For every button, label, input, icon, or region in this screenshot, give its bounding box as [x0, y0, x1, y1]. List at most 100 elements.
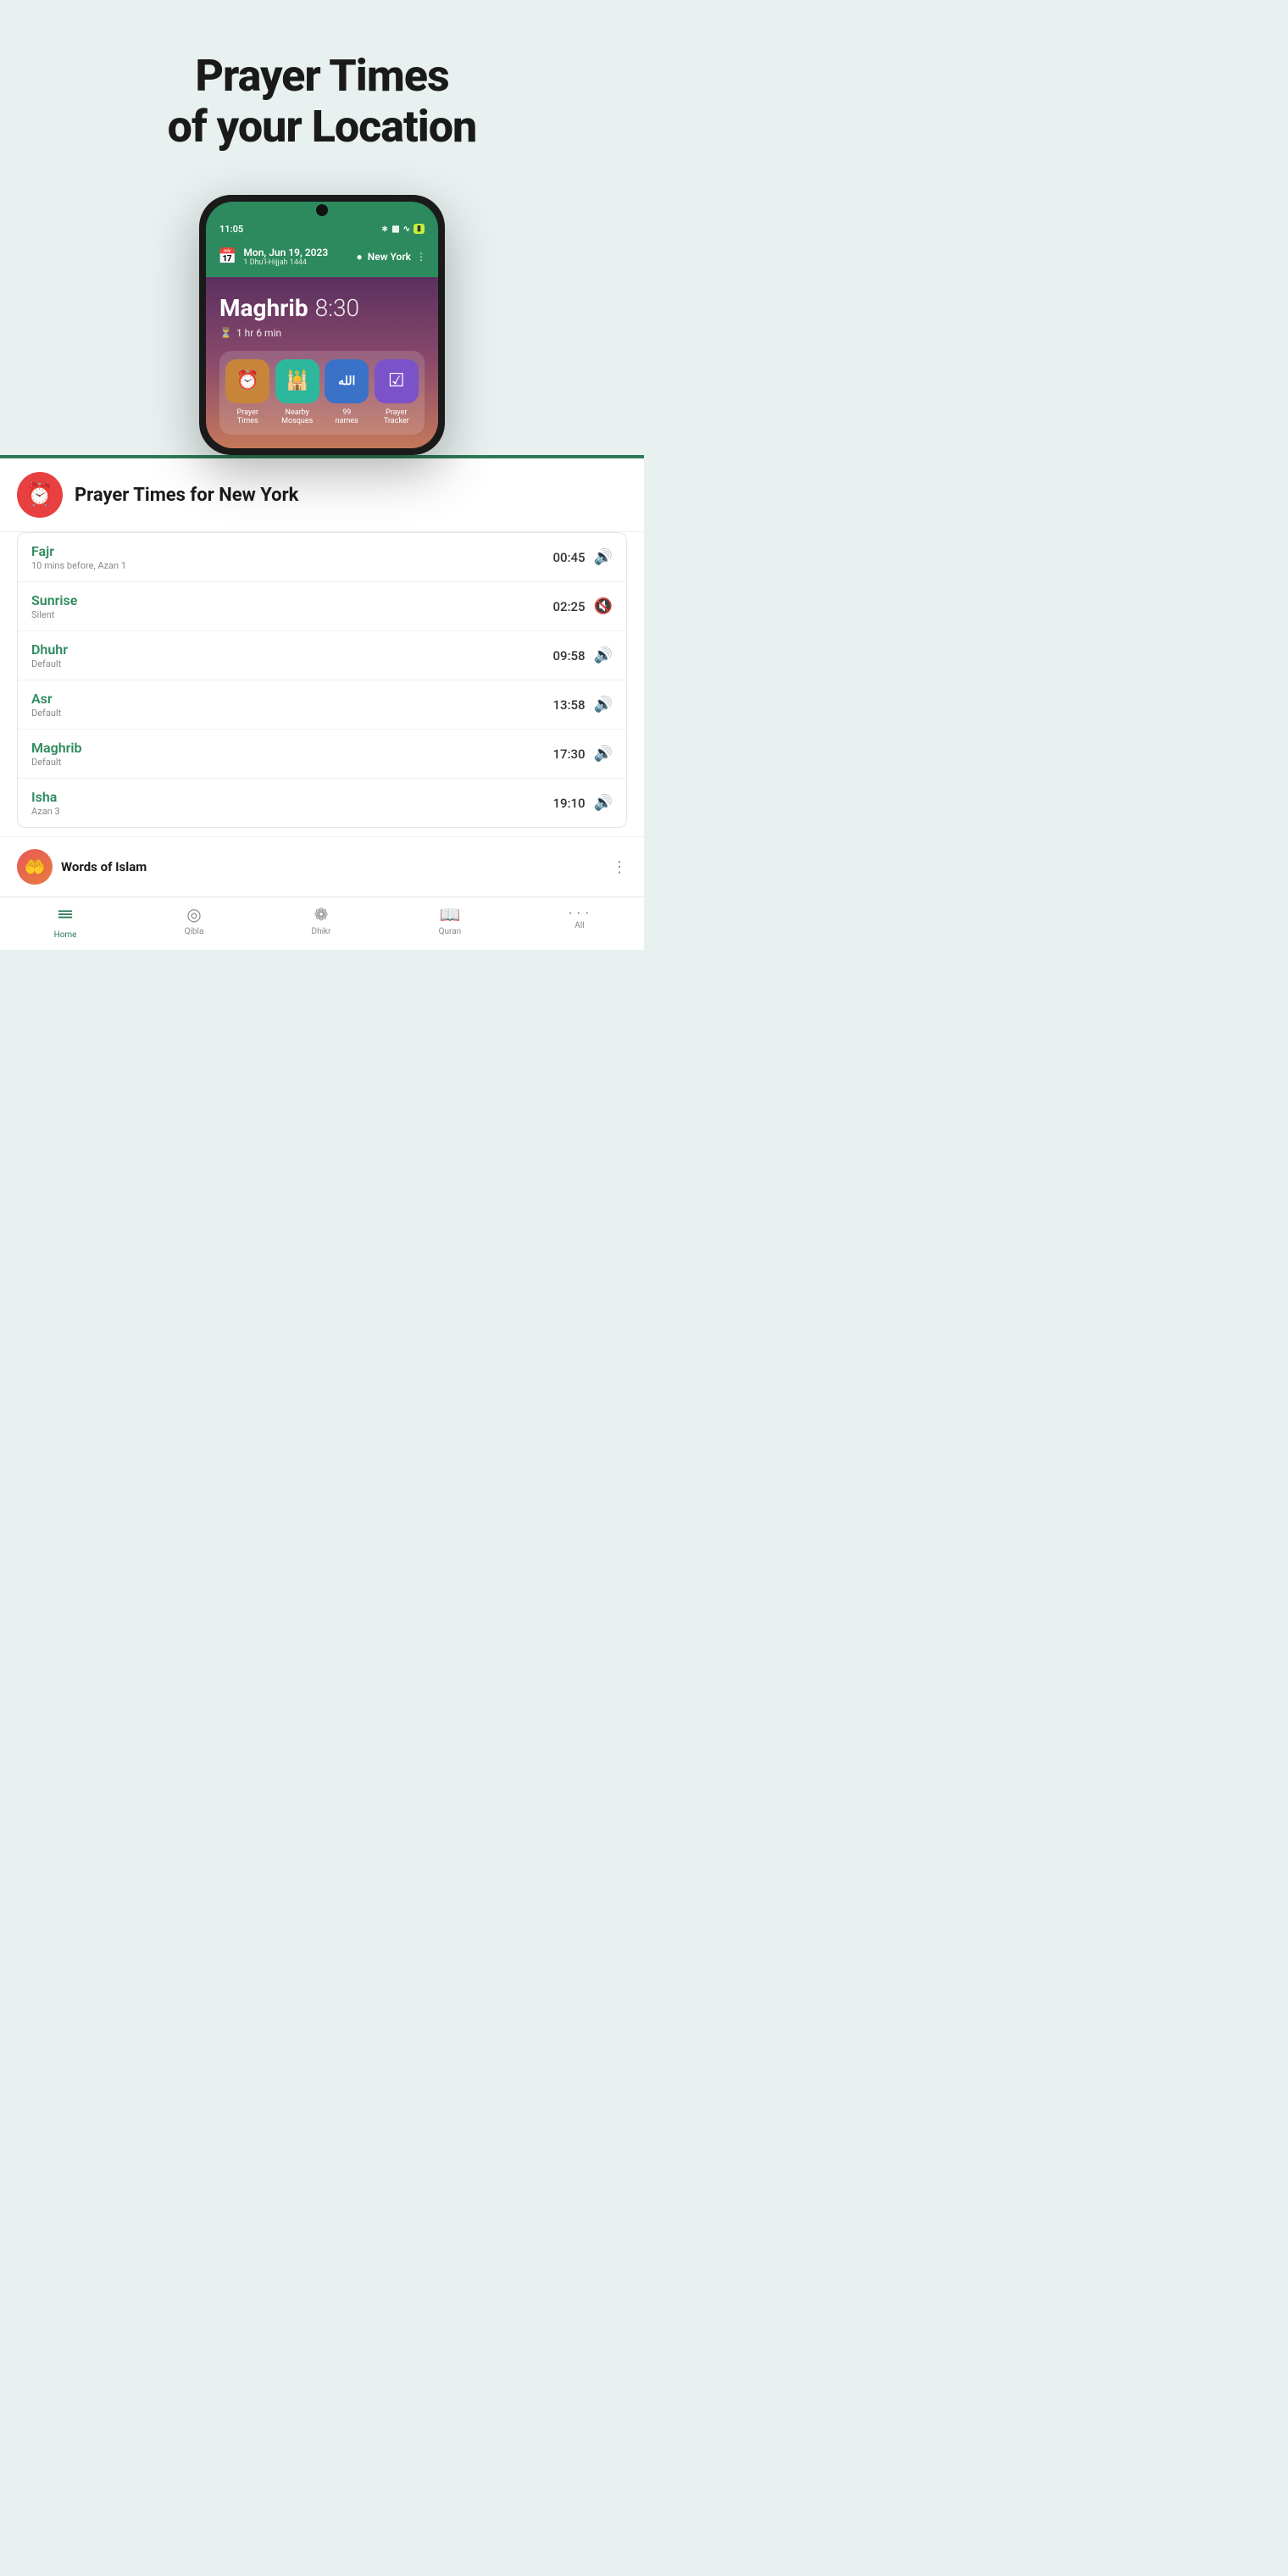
prayer-times-panel-header: ⏰ Prayer Times for New York — [0, 458, 644, 532]
all-nav-icon: • • • — [569, 904, 590, 919]
countdown-text: 1 hr 6 min — [236, 327, 281, 339]
words-of-islam-icon: 🤲 — [17, 849, 53, 885]
wifi-icon: ∿ — [403, 225, 410, 234]
dhikr-nav-label: Dhikr — [312, 927, 331, 936]
nearby-mosques-label: NearbyMosques — [281, 408, 313, 427]
prayer-times-icon: ⏰ — [225, 359, 269, 403]
home-nav-label: Home — [54, 930, 77, 940]
nav-item-all[interactable]: • • • All — [569, 904, 590, 940]
words-of-islam-section[interactable]: 🤲 Words of Islam ⋮ — [0, 836, 644, 897]
prayer-item-dhuhr[interactable]: Dhuhr Default 09:58 🔊 — [18, 631, 626, 680]
calendar-icon: 📅 — [218, 247, 236, 265]
dhuhr-name: Dhuhr — [31, 641, 68, 658]
isha-sub: Azan 3 — [31, 806, 60, 817]
gregorian-date: Mon, Jun 19, 2023 — [243, 247, 328, 258]
prayer-item-asr[interactable]: Asr Default 13:58 🔊 — [18, 680, 626, 730]
home-nav-icon — [56, 904, 75, 928]
hero-title-line1: Prayer Times — [195, 50, 448, 102]
next-prayer-name: Maghrib — [219, 294, 308, 322]
99-names-icon: الله — [325, 359, 369, 403]
status-bar: 11:05 ∗ ▩ ∿ ▮ — [206, 219, 438, 240]
fajr-sub: 10 mins before, Azan 1 — [31, 560, 126, 571]
quick-link-prayer-tracker[interactable]: ☑ PrayerTracker — [374, 359, 420, 427]
hero-title: Prayer Times of your Location — [34, 51, 610, 153]
bottom-navigation: Home ◎ Qibla ❁ Dhikr 📖 Quran • • • All — [0, 897, 644, 950]
prayer-item-maghrib[interactable]: Maghrib Default 17:30 🔊 — [18, 730, 626, 779]
prayer-list: Fajr 10 mins before, Azan 1 00:45 🔊 Sunr… — [17, 532, 627, 828]
prayer-tracker-label: PrayerTracker — [384, 408, 409, 427]
asr-sub: Default — [31, 708, 61, 719]
dhuhr-time: 09:58 — [553, 648, 586, 663]
fajr-time: 00:45 — [553, 550, 586, 565]
sunrise-sound-icon[interactable]: 🔇 — [594, 597, 613, 615]
isha-name: Isha — [31, 789, 60, 805]
maghrib-time: 17:30 — [553, 747, 586, 762]
prayer-times-label: PrayerTimes — [237, 408, 258, 427]
isha-sound-icon[interactable]: 🔊 — [594, 794, 613, 812]
prayer-item-fajr[interactable]: Fajr 10 mins before, Azan 1 00:45 🔊 — [18, 533, 626, 582]
next-prayer-time: 8:30 — [315, 294, 359, 322]
maghrib-sub: Default — [31, 757, 82, 768]
nearby-mosques-icon: 🕌 — [275, 359, 319, 403]
hijri-date: 1 Dhu'l-Hijjah 1444 — [243, 258, 328, 267]
phone-mockup: 11:05 ∗ ▩ ∿ ▮ 📅 Mon, Jun 19, 2023 1 Dhu'… — [199, 195, 445, 456]
quick-links-grid: ⏰ PrayerTimes 🕌 NearbyMosques الله 99nam… — [219, 351, 425, 436]
99-names-label: 99names — [336, 408, 358, 427]
prayer-item-sunrise[interactable]: Sunrise Silent 02:25 🔇 — [18, 582, 626, 631]
prayer-times-panel-title: Prayer Times for New York — [75, 485, 298, 506]
camera-notch — [316, 204, 328, 216]
header-date-text: Mon, Jun 19, 2023 1 Dhu'l-Hijjah 1444 — [243, 247, 328, 267]
prayer-tracker-icon: ☑ — [375, 359, 419, 403]
header-location-section: ● New York ⋮ — [357, 251, 426, 263]
hero-title-line2: of your Location — [168, 101, 477, 153]
camera-row — [206, 202, 438, 219]
prayer-main-display: Maghrib 8:30 ⏳ 1 hr 6 min ⏰ PrayerTimes … — [206, 277, 438, 449]
prayer-times-panel: ⏰ Prayer Times for New York Fajr 10 mins… — [0, 458, 644, 950]
maghrib-sound-icon[interactable]: 🔊 — [594, 745, 613, 763]
battery-icon: ▮ — [414, 224, 425, 234]
quran-nav-icon: 📖 — [439, 904, 460, 924]
quick-link-99-names[interactable]: الله 99names — [324, 359, 370, 427]
prayer-item-isha[interactable]: Isha Azan 3 19:10 🔊 — [18, 779, 626, 827]
nav-item-quran[interactable]: 📖 Quran — [439, 904, 462, 940]
location-name: New York — [368, 251, 411, 263]
asr-time: 13:58 — [553, 697, 586, 713]
clock-icon: ⏳ — [219, 327, 232, 339]
sunrise-name: Sunrise — [31, 592, 77, 608]
location-pin-icon: ● — [357, 251, 363, 263]
status-icons: ∗ ▩ ∿ ▮ — [381, 224, 425, 234]
isha-time: 19:10 — [553, 796, 586, 811]
more-options-icon[interactable]: ⋮ — [416, 251, 426, 263]
qibla-nav-label: Qibla — [185, 927, 204, 936]
dhuhr-sound-icon[interactable]: 🔊 — [594, 647, 613, 664]
alarm-icon: ⏰ — [17, 472, 63, 518]
asr-sound-icon[interactable]: 🔊 — [594, 696, 613, 713]
words-of-islam-title: Words of Islam — [61, 859, 147, 874]
dhuhr-sub: Default — [31, 658, 68, 669]
countdown-row: ⏳ 1 hr 6 min — [219, 327, 425, 339]
sunrise-sub: Silent — [31, 609, 77, 620]
dhikr-nav-icon: ❁ — [314, 904, 329, 924]
phone-container: 11:05 ∗ ▩ ∿ ▮ 📅 Mon, Jun 19, 2023 1 Dhu'… — [0, 169, 644, 456]
bluetooth-icon: ∗ — [381, 225, 388, 234]
all-nav-label: All — [575, 921, 584, 930]
hero-section: Prayer Times of your Location — [0, 0, 644, 169]
header-date-section: 📅 Mon, Jun 19, 2023 1 Dhu'l-Hijjah 1444 — [218, 247, 328, 267]
nav-item-home[interactable]: Home — [54, 904, 77, 940]
sunrise-time: 02:25 — [553, 599, 586, 614]
asr-name: Asr — [31, 691, 61, 707]
quick-link-prayer-times[interactable]: ⏰ PrayerTimes — [225, 359, 271, 427]
vibrate-icon: ▩ — [391, 225, 399, 234]
nav-item-dhikr[interactable]: ❁ Dhikr — [312, 904, 331, 940]
quran-nav-label: Quran — [439, 927, 462, 936]
quick-link-nearby-mosques[interactable]: 🕌 NearbyMosques — [275, 359, 321, 427]
words-more-options-icon[interactable]: ⋮ — [612, 858, 627, 876]
maghrib-name: Maghrib — [31, 740, 82, 756]
phone-app-header: 📅 Mon, Jun 19, 2023 1 Dhu'l-Hijjah 1444 … — [206, 240, 438, 277]
phone-screen: 11:05 ∗ ▩ ∿ ▮ 📅 Mon, Jun 19, 2023 1 Dhu'… — [206, 202, 438, 449]
status-time: 11:05 — [219, 224, 243, 235]
next-prayer-row: Maghrib 8:30 — [219, 294, 425, 322]
nav-item-qibla[interactable]: ◎ Qibla — [185, 904, 204, 940]
fajr-sound-icon[interactable]: 🔊 — [594, 548, 613, 566]
fajr-name: Fajr — [31, 543, 126, 559]
